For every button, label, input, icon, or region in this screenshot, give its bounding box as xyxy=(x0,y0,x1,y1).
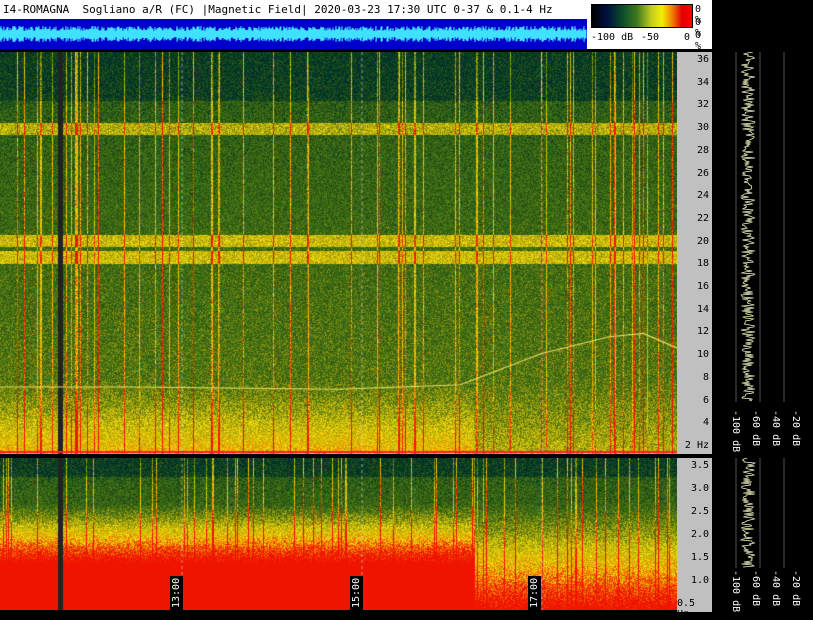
percent-label-3: 0 % xyxy=(695,30,712,52)
db-tick-label: -100 dB xyxy=(730,410,741,452)
y-tick-label: 34 xyxy=(697,77,709,88)
spectrogram-lower xyxy=(0,458,677,610)
colorbar-label-mid: -50 xyxy=(641,32,659,43)
y-tick-label: 22 xyxy=(697,213,709,224)
colorbar-label-max: 0 xyxy=(684,32,690,43)
colorbar-panel: -100 dB -50 0 0 % 0 % 0 % xyxy=(587,0,712,49)
y-tick-label: 16 xyxy=(697,281,709,292)
y-tick-label: 8 xyxy=(703,372,709,383)
y-tick-label: 2.5 xyxy=(691,506,709,517)
y-axis-upper: 36 34 32 30 28 26 24 22 20 18 16 14 12 10 8 6 4 2 Hz xyxy=(677,52,712,454)
spectrum-profile-trace xyxy=(741,458,755,567)
db-tick-label: -60 dB xyxy=(750,410,761,446)
y-tick-label: 28 xyxy=(697,145,709,156)
db-tick-label: -100 dB xyxy=(730,570,741,612)
waveform-trace xyxy=(0,26,586,42)
colorbar-label-min: -100 dB xyxy=(591,32,633,43)
y-tick-label: 30 xyxy=(697,122,709,133)
time-tick-label: 15:00 xyxy=(350,576,363,610)
spectrogram-panel xyxy=(0,52,677,612)
y-tick-label: 14 xyxy=(697,304,709,315)
y-tick-label: 12 xyxy=(697,326,709,337)
db-tick-label: -40 dB xyxy=(770,570,781,606)
time-tick-label: 13:00 xyxy=(170,576,183,610)
db-tick-label: -20 dB xyxy=(790,410,801,446)
y-tick-label: 26 xyxy=(697,168,709,179)
chart-title: I4-ROMAGNA Sogliano a/R (FC) |Magnetic F… xyxy=(0,0,587,19)
y-tick-label: 36 xyxy=(697,54,709,65)
spectrum-profile-panel xyxy=(712,52,813,612)
spectrum-profile-trace xyxy=(741,52,755,401)
y-tick-label: 32 xyxy=(697,99,709,110)
y-tick-label: 20 xyxy=(697,236,709,247)
y-tick-label: 0.5 Hz xyxy=(677,598,709,620)
y-tick-label: 4 xyxy=(703,417,709,428)
y-tick-label: 24 xyxy=(697,190,709,201)
y-tick-label: 10 xyxy=(697,349,709,360)
colorbar-gradient xyxy=(591,4,693,28)
y-tick-label: 1.5 xyxy=(691,552,709,563)
y-tick-label: 3.5 xyxy=(691,460,709,471)
y-tick-label: 6 xyxy=(703,395,709,406)
y-tick-label: 2.0 xyxy=(691,529,709,540)
db-tick-label: -40 dB xyxy=(770,410,781,446)
y-tick-label: 18 xyxy=(697,258,709,269)
spectrum-profile-lower xyxy=(712,458,813,568)
y-axis-lower: 3.5 3.0 2.5 2.0 1.5 1.0 0.5 Hz xyxy=(677,458,712,612)
time-tick-label: 17:00 xyxy=(528,576,541,610)
db-tick-label: -20 dB xyxy=(790,570,801,606)
spectrum-profile-upper xyxy=(712,52,813,402)
y-tick-label: 1.0 xyxy=(691,575,709,586)
y-tick-label: 3.0 xyxy=(691,483,709,494)
waveform-strip xyxy=(0,19,587,49)
db-tick-label: -60 dB xyxy=(750,570,761,606)
y-tick-label: 2 Hz xyxy=(685,440,709,451)
spectrogram-upper xyxy=(0,52,677,454)
